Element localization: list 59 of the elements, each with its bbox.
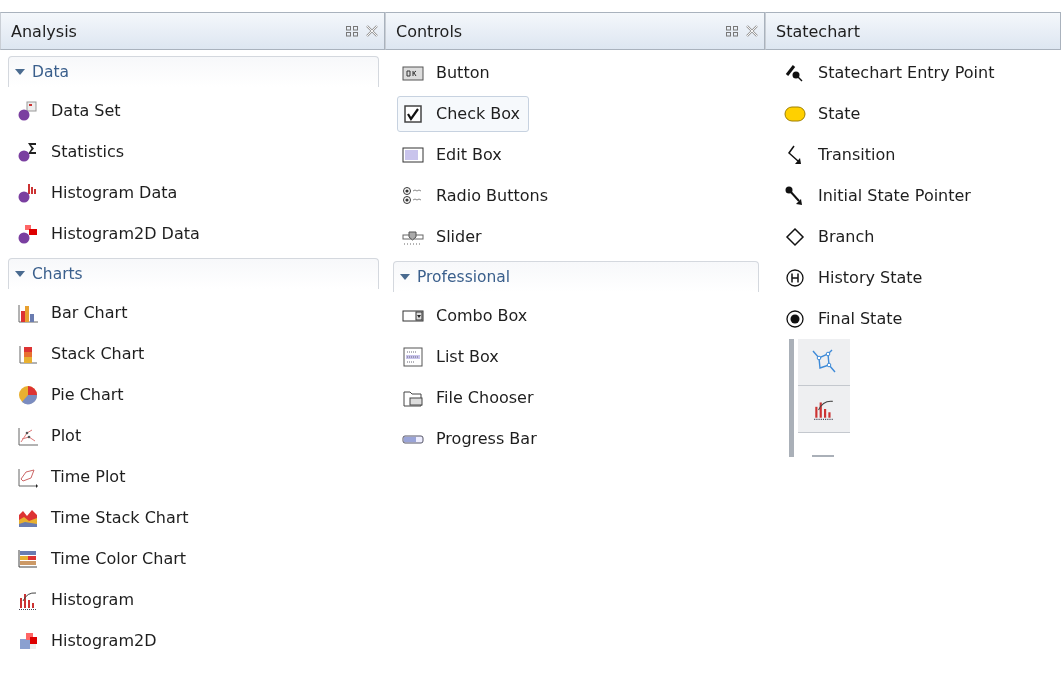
palette-item[interactable]: Statechart Entry Point [779, 54, 1004, 91]
palette-item[interactable]: Combo Box [397, 297, 537, 334]
color-bars-icon [17, 547, 39, 570]
section-label: Data [32, 63, 69, 81]
close-icon[interactable] [746, 25, 758, 37]
palette-item[interactable]: Stack Chart [12, 335, 154, 372]
palette-item[interactable]: Plot [12, 417, 91, 454]
palette-item[interactable]: Bar Chart [12, 294, 137, 331]
toolbar-button[interactable] [798, 386, 850, 433]
palette-item[interactable]: File Chooser [397, 379, 543, 416]
section-header[interactable]: Professional [393, 261, 759, 292]
palette-item[interactable]: Progress Bar [397, 420, 546, 457]
palette-item[interactable]: Histogram [12, 581, 143, 618]
target-icon [784, 307, 806, 330]
palette-item[interactable]: Histogram2D Data [12, 215, 209, 252]
palette-item[interactable]: Statistics [12, 133, 134, 170]
palette-item[interactable]: Time Plot [12, 458, 135, 495]
palette-item[interactable]: Slider [397, 218, 491, 255]
palette-item[interactable]: List Box [397, 338, 508, 375]
palette-item[interactable]: State [779, 95, 870, 132]
histogram-data-icon [17, 181, 39, 204]
circled-h-icon [784, 266, 806, 289]
panel-title: Statechart [776, 21, 861, 41]
panel-title: Controls [396, 21, 464, 41]
maximize-icon[interactable] [346, 25, 358, 37]
panel-title: Analysis [11, 21, 78, 41]
palette-item[interactable]: Radio Buttons [397, 177, 557, 214]
diamond-icon [784, 225, 806, 248]
sigma-icon [17, 140, 39, 163]
heatmap-data-icon [17, 222, 39, 245]
section-header[interactable]: Charts [8, 258, 379, 289]
toolbar-button[interactable] [798, 339, 850, 386]
pie-chart-icon [17, 383, 39, 406]
palette-item[interactable]: Check Box [397, 95, 530, 132]
palette-item[interactable]: Initial State Pointer [779, 177, 980, 214]
palette-item[interactable]: Branch [779, 218, 884, 255]
section-label: Charts [32, 265, 83, 283]
palette-item[interactable]: Final State [779, 300, 912, 337]
palette-item[interactable]: Time Color Chart [12, 540, 196, 577]
caret-icon [400, 273, 410, 281]
section-header[interactable]: Data [8, 56, 379, 87]
palette-item[interactable]: History State [779, 259, 932, 296]
palette-item[interactable]: Transition [779, 136, 905, 173]
caret-icon [15, 270, 25, 278]
palette-item[interactable]: Data Set [12, 92, 130, 129]
palette-item[interactable]: Histogram2D [12, 622, 166, 659]
palette-item[interactable]: Histogram Data [12, 174, 187, 211]
caret-icon [15, 68, 25, 76]
section-label: Professional [417, 268, 511, 286]
palette-item[interactable]: Edit Box [397, 136, 511, 173]
checkbox-icon [402, 102, 424, 125]
palette-item[interactable]: Button [397, 54, 499, 91]
close-icon[interactable] [366, 25, 378, 37]
radio-buttons-icon [402, 184, 424, 207]
list-box-icon [402, 345, 424, 368]
palette-item[interactable]: Pie Chart [12, 376, 133, 413]
maximize-icon[interactable] [726, 25, 738, 37]
palette-item[interactable]: Time Stack Chart [12, 499, 198, 536]
dataset-icon [17, 99, 39, 122]
